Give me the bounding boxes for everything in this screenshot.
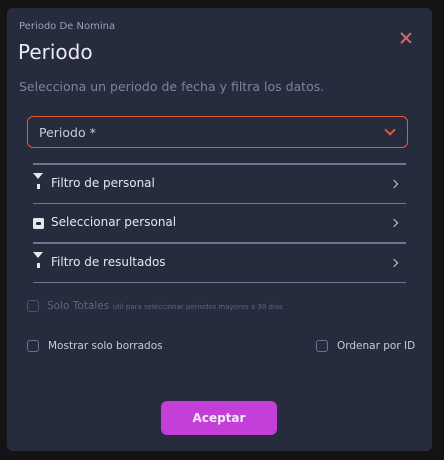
chevron-down-icon bbox=[384, 124, 396, 136]
id-card-icon bbox=[33, 218, 44, 229]
solo-totales-hint: útil para seleccionar periodos mayores a… bbox=[112, 303, 283, 311]
period-select[interactable]: Periodo * bbox=[27, 116, 408, 148]
mostrar-borrados-checkbox[interactable] bbox=[27, 340, 39, 352]
filter-icon bbox=[33, 172, 44, 198]
period-select-label: Periodo * bbox=[39, 125, 96, 140]
period-dialog: Periodo De Nomina Periodo Selecciona un … bbox=[7, 8, 432, 451]
accept-button[interactable]: Aceptar bbox=[161, 401, 277, 435]
menu-item-filtro-resultados[interactable]: Filtro de resultados bbox=[33, 244, 406, 282]
ordenar-id-label: Ordenar por ID bbox=[337, 340, 416, 352]
chevron-right-icon bbox=[389, 179, 399, 188]
chevron-right-icon bbox=[389, 258, 399, 267]
ordenar-id-checkbox[interactable] bbox=[316, 340, 328, 352]
filter-menu: Filtro de personal Seleccionar personal … bbox=[33, 163, 406, 283]
solo-totales-label: Solo Totales útil para seleccionar perio… bbox=[47, 300, 283, 312]
menu-item-label: Seleccionar personal bbox=[51, 215, 177, 229]
dialog-eyebrow: Periodo De Nomina bbox=[19, 21, 116, 32]
close-icon[interactable] bbox=[400, 32, 412, 44]
dialog-subtitle: Selecciona un periodo de fecha y filtra … bbox=[19, 79, 325, 94]
mostrar-borrados-label: Mostrar solo borrados bbox=[48, 340, 163, 352]
menu-item-label: Filtro de personal bbox=[51, 175, 155, 190]
menu-item-seleccionar-personal[interactable]: Seleccionar personal bbox=[33, 204, 406, 242]
menu-item-label: Filtro de resultados bbox=[51, 254, 166, 269]
dialog-title: Periodo bbox=[18, 40, 93, 64]
menu-item-filtro-personal[interactable]: Filtro de personal bbox=[33, 165, 406, 203]
chevron-right-icon bbox=[389, 218, 399, 228]
divider bbox=[33, 281, 406, 283]
filter-icon bbox=[33, 251, 44, 277]
solo-totales-checkbox[interactable] bbox=[27, 300, 39, 312]
